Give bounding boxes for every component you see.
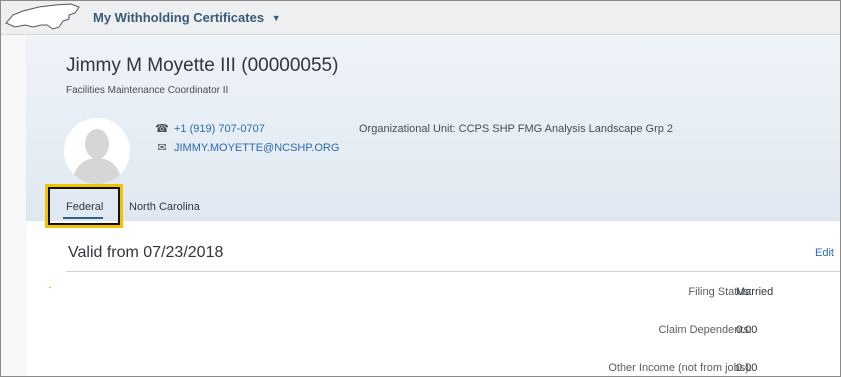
app-frame: My Withholding Certificates ▼ Jimmy M Mo… [0,0,841,377]
person-placeholder-icon [64,118,130,184]
envelope-icon: ✉ [157,142,167,154]
phone-number: +1 (919) 707-0707 [174,122,265,135]
certificate-content: Valid from 07/23/2018 Edit Filing Status… [26,221,840,376]
email-address: JIMMY.MOYETTE@NCSHP.ORG [174,141,340,154]
caret-down-icon: ▼ [271,13,281,23]
field-value: Married [736,286,774,298]
shell-header: My Withholding Certificates ▼ [1,1,840,35]
nc-logo-icon[interactable] [3,1,83,33]
employee-role: Facilities Maintenance Coordinator II [66,85,229,96]
object-header: Jimmy M Moyette III (00000055) Facilitie… [26,35,840,221]
app-title-menu[interactable]: My Withholding Certificates ▼ [93,10,281,25]
field-value: 0.00 [736,324,758,336]
section-divider [66,271,840,272]
field-label: Other Income (not from jobs): [608,362,752,374]
tab-bar: Federal North Carolina [26,195,840,221]
app-title-label: My Withholding Certificates [93,10,265,25]
field-value: 0.00 [736,362,758,374]
employee-name: Jimmy M Moyette III (00000055) [66,55,339,76]
highlight-box-inner [48,187,120,225]
phone-link[interactable]: ☎ +1 (919) 707-0707 [155,122,265,136]
edit-link[interactable]: Edit [815,247,834,259]
avatar [64,118,130,184]
valid-from-title: Valid from 07/23/2018 [68,244,224,261]
org-unit: Organizational Unit: CCPS SHP FMG Analys… [359,123,674,135]
email-link[interactable]: ✉ JIMMY.MOYETTE@NCSHP.ORG [155,141,340,155]
tab-north-carolina[interactable]: North Carolina [129,201,200,213]
phone-icon: ☎ [155,123,169,135]
stray-mark [49,287,51,288]
